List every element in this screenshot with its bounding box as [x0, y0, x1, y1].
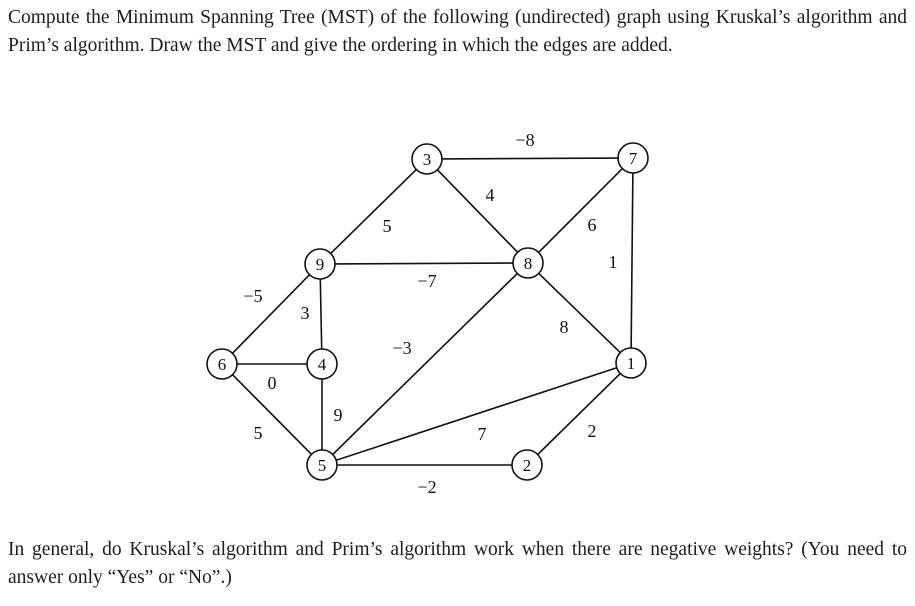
- edge-weight-label: 9: [334, 405, 343, 425]
- graph-node-5: 5: [306, 449, 338, 481]
- graph-edge-5-1: [335, 366, 618, 462]
- edge-weight-label: −8: [515, 130, 534, 150]
- graph-edge-3-8: [436, 168, 519, 254]
- undirected-weighted-graph: −85461−7−53059−387−22 3 79 86 4 15 2: [206, 130, 649, 497]
- edge-weight-label: 6: [588, 215, 597, 235]
- node-label: 3: [423, 150, 432, 169]
- graph-edge-2-1: [536, 372, 622, 456]
- graph-node-1: 1: [615, 347, 647, 379]
- edge-weight-label: 5: [383, 216, 392, 236]
- graph-node-3: 3: [411, 143, 443, 175]
- problem-statement-text: Compute the Minimum Spanning Tree (MST) …: [8, 7, 907, 56]
- node-label: 2: [523, 456, 532, 475]
- graph-node-4: 4: [306, 348, 338, 380]
- graph-edge-7-1: [630, 172, 634, 349]
- edge-weight-label: −7: [417, 271, 436, 291]
- edge-weight-label: 8: [560, 317, 569, 337]
- graph-node-7: 7: [617, 142, 649, 174]
- graph-edge-9-8: [334, 262, 514, 265]
- graph-edge-8-5: [331, 272, 519, 456]
- edge-weight-label: 0: [268, 373, 277, 393]
- edge-weight-label: −3: [392, 338, 411, 358]
- node-label: 4: [318, 355, 327, 374]
- graph-node-2: 2: [511, 449, 543, 481]
- edge-weight-label: −2: [417, 477, 436, 497]
- edge-weight-label: 3: [301, 303, 310, 323]
- graph-edge-9-4: [319, 278, 323, 350]
- graph-node-9: 9: [304, 248, 336, 280]
- followup-question-text: In general, do Kruskal’s algorithm and P…: [8, 539, 907, 588]
- edge-weight-label: 2: [588, 421, 597, 441]
- graph-node-8: 8: [512, 247, 544, 279]
- node-label: 8: [524, 254, 533, 273]
- node-label: 6: [218, 355, 227, 374]
- node-label: 7: [629, 149, 638, 168]
- followup-question: In general, do Kruskal’s algorithm and P…: [8, 536, 907, 592]
- edge-weight-label: 7: [478, 424, 487, 444]
- problem-statement: Compute the Minimum Spanning Tree (MST) …: [8, 4, 907, 60]
- edge-weight-label: 1: [609, 252, 618, 272]
- worksheet-page: Compute the Minimum Spanning Tree (MST) …: [0, 0, 915, 606]
- node-label: 5: [318, 456, 327, 475]
- edge-weight-label: 5: [254, 423, 263, 443]
- graph-edge-3-9: [329, 168, 418, 255]
- edge-weight-label: 4: [486, 185, 495, 205]
- graph-figure: −8 5 4 6 1 −7 −5 3 0 5 9 −3 8 7 −2 2 379864152: [0, 110, 915, 510]
- node-label: 1: [627, 354, 636, 373]
- edge-layer: [231, 157, 634, 466]
- node-label: 9: [316, 255, 325, 274]
- graph-edge-7-8: [537, 167, 624, 254]
- edge-weight-label: −5: [243, 286, 262, 306]
- graph-edge-8-1: [537, 272, 622, 354]
- graph-edge-3-7: [441, 157, 619, 160]
- graph-node-6: 6: [206, 348, 238, 380]
